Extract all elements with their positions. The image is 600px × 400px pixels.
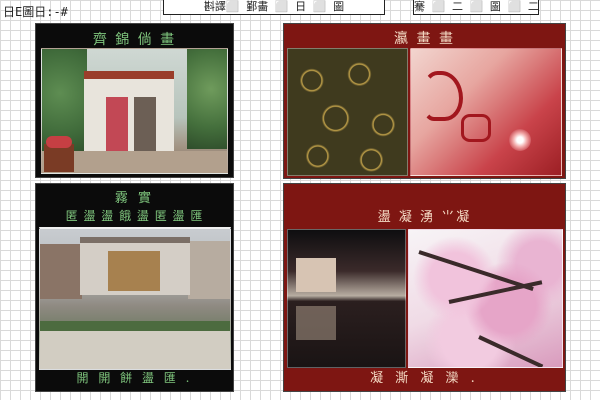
shop-door [106,97,128,151]
cherry-blossom-photo [408,229,563,368]
courtyard-photo [39,227,231,370]
panel-title: 齊 錦 倘 畫 [92,32,177,48]
shop-window [134,97,156,151]
panel-title: 霧 實 [114,191,155,206]
calligraphy-stroke [423,71,463,121]
building [296,258,336,292]
panel-reflection-blossom: 盪 凝 湧 ⺌凝 凝 澌 凝 灤 . [283,183,566,392]
courtyard-ground [40,331,230,369]
gold-pattern-photo [287,48,408,176]
calligraphy-stroke [461,114,491,142]
header-right-label: 騫 ⬜ 二 ⬜ 圖 ⬜ 二 [413,0,539,15]
panel-caption: 開 開 餅 盪 匯 . [76,371,193,385]
building-reflection [296,306,336,340]
building-left [40,244,82,299]
storefront-photo [41,48,228,174]
tree-branch [448,280,543,304]
panel-title: 瀛 畫 畫 [394,31,455,47]
tree-right [187,49,227,149]
panel-patterns: 瀛 畫 畫 [283,23,566,179]
reflection-photo [287,229,406,368]
panel-courtyard: 霧 實 匿 盪 盪 餓 盪 匿 盪 匯 開 開 餅 盪 匯 . [35,183,234,392]
panel-title: 盪 凝 湧 ⺌凝 [377,210,472,225]
header-center-label: 斟譯⬜ 鄞畵 ⬜ 日 ⬜ 圖 [163,0,385,15]
tree-branch [478,335,544,367]
shop-facade [84,71,174,151]
calligraphy-blossom-photo [410,48,562,176]
panel-subtitle: 匿 盪 盪 餓 盪 匿 盪 匯 [65,209,204,223]
plum-flower [509,129,531,151]
hall-gate [108,251,160,291]
panel-caption: 凝 澌 凝 灤 . [370,371,479,386]
building-right [188,241,230,299]
header-left-text: 日E圖日:-# [3,5,68,19]
flower-planter [44,136,74,172]
panel-storefront: 齊 錦 倘 畫 [35,23,234,178]
